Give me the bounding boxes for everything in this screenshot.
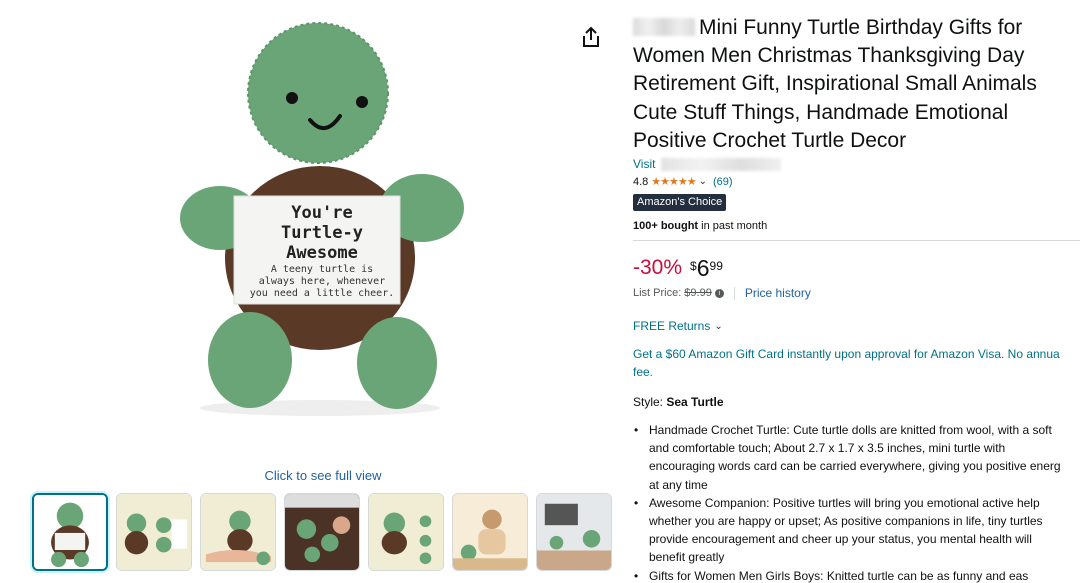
style-value: Sea Turtle xyxy=(666,395,724,410)
card-text-3: Awesome xyxy=(286,243,358,263)
list-price-value: $9.99 xyxy=(684,287,712,300)
discount-percent: -30% xyxy=(633,256,683,280)
chevron-down-icon[interactable]: ⌄ xyxy=(699,176,707,187)
bullet-continuation: at any time xyxy=(633,476,1080,494)
star-rating-icon[interactable]: ★★★★★ xyxy=(651,175,696,188)
price: $ 6 99 xyxy=(690,256,723,281)
chevron-down-icon: ⌄ xyxy=(714,320,723,332)
bullet-text: at any time xyxy=(649,477,708,492)
rating-count-link[interactable]: (69) xyxy=(713,176,733,188)
thumbnail-6[interactable] xyxy=(452,493,528,571)
promo-line-1: Get a $60 Amazon Gift Card instantly upo… xyxy=(633,347,1060,362)
card-small-3: you need a little cheer. xyxy=(250,288,395,299)
share-icon[interactable] xyxy=(581,26,601,48)
product-details: Mini Funny Turtle Birthday Gifts for Wom… xyxy=(633,14,1080,583)
rating-value: 4.8 xyxy=(633,175,649,188)
bullet-item: Handmade Crochet Turtle: Cute turtle dol… xyxy=(633,421,1080,439)
bullet-text: provide encouragement and cheer up your … xyxy=(649,532,1032,547)
promo-line-2: fee. xyxy=(633,365,654,380)
price-cents: 99 xyxy=(709,259,723,274)
visit-label: Visit xyxy=(633,157,656,172)
price-history-link[interactable]: Price history xyxy=(745,286,811,300)
feature-bullets: Handmade Crochet Turtle: Cute turtle dol… xyxy=(633,421,1080,583)
bullet-continuation: benefit greatly xyxy=(633,548,1080,566)
currency-symbol: $ xyxy=(690,259,697,274)
click-to-see-full-view[interactable]: Click to see full view xyxy=(0,468,646,483)
free-returns-link[interactable]: FREE Returns ⌄ xyxy=(633,319,1080,333)
main-product-image[interactable]: You're Turtle-y Awesome A teeny turtle i… xyxy=(170,8,470,418)
amazons-choice-badge[interactable]: Amazon's Choice xyxy=(633,194,727,212)
visit-store-link[interactable]: Visit xyxy=(633,157,1080,171)
product-title: Mini Funny Turtle Birthday Gifts for Wom… xyxy=(633,14,1080,155)
card-small-2: always here, whenever xyxy=(259,276,385,287)
price-row: -30% $ 6 99 xyxy=(633,256,1080,281)
thumbnail-1[interactable] xyxy=(32,493,108,571)
thumbnail-2[interactable] xyxy=(116,493,192,571)
list-price-label: List Price: xyxy=(633,287,682,300)
rating-row: 4.8 ★★★★★ ⌄ (69) xyxy=(633,175,1080,189)
bullet-text: benefit greatly xyxy=(649,550,725,565)
bullet-item: Gifts for Women Men Girls Boys: Knitted … xyxy=(633,567,1080,583)
bullet-text: encouraging words card can be carried ev… xyxy=(649,459,1061,474)
brand-name-redacted xyxy=(633,18,695,36)
bullet-text: Handmade Crochet Turtle: Cute turtle dol… xyxy=(649,423,1052,438)
bullet-text: Gifts for Women Men Girls Boys: Knitted … xyxy=(649,568,1029,583)
bullet-continuation: and comfortable touch; About 2.7 x 1.7 x… xyxy=(633,439,1080,457)
bought-suffix: in past month xyxy=(698,220,768,233)
price-whole: 6 xyxy=(696,255,710,282)
bullet-continuation: provide encouragement and cheer up your … xyxy=(633,530,1080,548)
thumbnail-4[interactable] xyxy=(284,493,360,571)
bullet-continuation: encouraging words card can be carried ev… xyxy=(633,457,1080,475)
card-small-1: A teeny turtle is xyxy=(271,264,373,275)
bullet-text: Awesome Companion: Positive turtles will… xyxy=(649,495,1040,510)
divider xyxy=(733,286,735,300)
free-returns-label: FREE Returns xyxy=(633,319,711,334)
divider xyxy=(633,240,1080,242)
thumbnail-3[interactable] xyxy=(200,493,276,571)
thumbnail-5[interactable] xyxy=(368,493,444,571)
bought-count: 100+ bought xyxy=(633,220,699,233)
bullet-item: Awesome Companion: Positive turtles will… xyxy=(633,494,1080,512)
card-text-1: You're xyxy=(291,203,352,223)
card-text-2: Turtle-y xyxy=(281,223,363,243)
info-icon[interactable]: i xyxy=(714,288,724,298)
product-title-text: Mini Funny Turtle Birthday Gifts for Wom… xyxy=(633,16,1037,152)
store-name-redacted xyxy=(661,157,782,171)
thumbnail-7[interactable] xyxy=(536,493,612,571)
bullet-text: whether you are happy or upset; As posit… xyxy=(649,514,1043,529)
list-price-row: List Price: $9.99 i Price history xyxy=(633,286,1080,300)
style-label: Style: xyxy=(633,395,667,410)
bullet-text: and comfortable touch; About 2.7 x 1.7 x… xyxy=(649,441,1006,456)
bought-in-past-month: 100+ bought in past month xyxy=(633,220,1080,232)
bullet-continuation: whether you are happy or upset; As posit… xyxy=(633,512,1080,530)
thumbnail-strip xyxy=(32,493,620,571)
style-selector: Style: Sea Turtle xyxy=(633,395,1080,409)
gift-card-promo-link[interactable]: Get a $60 Amazon Gift Card instantly upo… xyxy=(633,345,1080,381)
